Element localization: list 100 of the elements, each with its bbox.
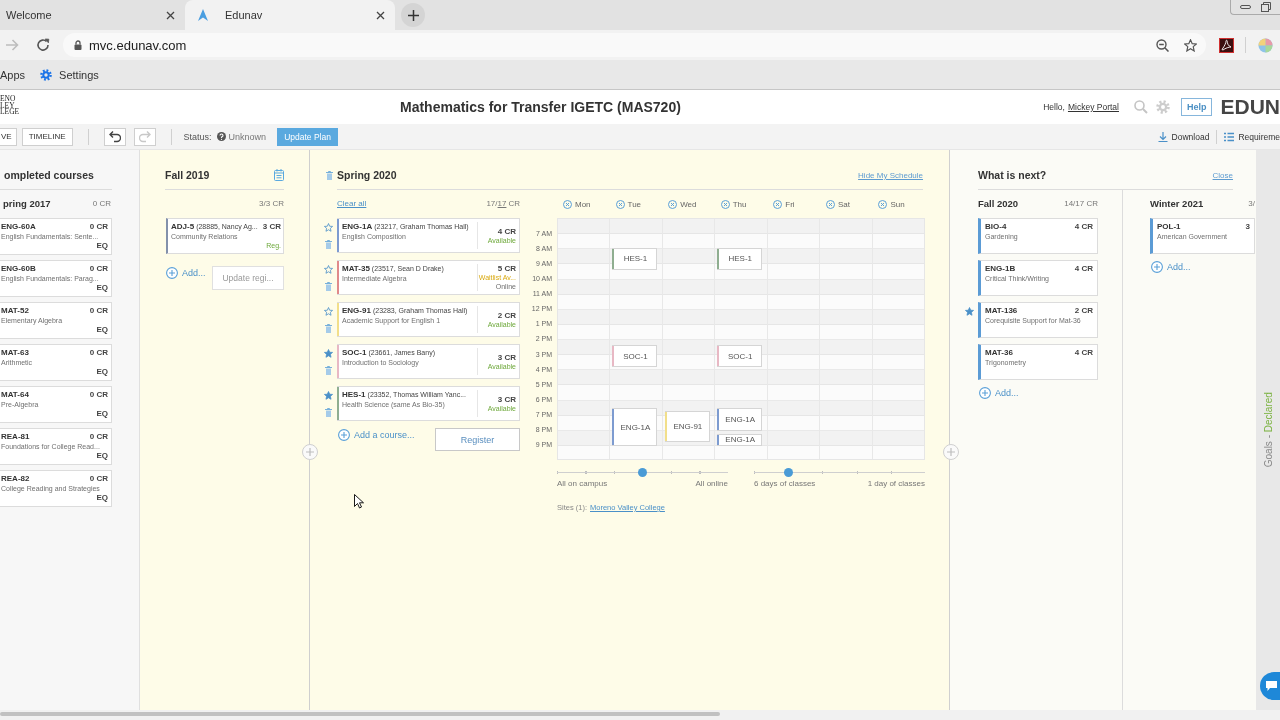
close-icon[interactable] (376, 10, 385, 20)
course-code: ENG-1B (985, 264, 1016, 274)
remove-day-icon[interactable] (563, 199, 572, 209)
bookmark-link[interactable]: Settings (40, 68, 99, 81)
course-code: ENG-91 (342, 306, 371, 316)
class-block[interactable]: ENG-1A (717, 408, 763, 431)
remove-day-icon[interactable] (878, 199, 888, 209)
reload-icon[interactable] (36, 38, 50, 52)
trash-icon[interactable] (326, 170, 333, 180)
course-code: HES-1 (342, 390, 366, 400)
course-credits: 4 CR (497, 226, 516, 237)
user-link[interactable]: Mickey Portal (1067, 102, 1119, 112)
course-code: MAT-35 (342, 264, 370, 274)
slider-thumb[interactable] (783, 467, 793, 477)
remove-day-icon[interactable] (825, 199, 835, 209)
remove-day-icon[interactable] (720, 199, 730, 209)
course-credits: 0 CR (89, 264, 108, 274)
class-block[interactable]: ENG-91 (664, 410, 710, 443)
settings-icon[interactable] (40, 68, 53, 81)
list-link[interactable]: Requireme (1224, 131, 1280, 142)
remove-day-icon[interactable] (615, 199, 625, 209)
arrowhead-icon (198, 9, 208, 21)
course-credits: 5 CR (497, 264, 516, 274)
plus-icon (338, 429, 350, 441)
view-button[interactable]: VE (0, 127, 17, 146)
day-label: Mon (575, 199, 591, 209)
add-course-link[interactable]: Add a course... (338, 428, 415, 442)
add-link[interactable]: Add... (1151, 260, 1191, 274)
question-icon (216, 132, 226, 141)
star-icon[interactable] (324, 265, 333, 274)
class-block[interactable]: HES-1 (612, 248, 658, 270)
star-icon[interactable] (324, 223, 333, 232)
day-label: Thu (732, 199, 747, 209)
trash-icon[interactable] (325, 282, 332, 291)
zoom-out-icon[interactable] (1156, 38, 1169, 52)
course-credits: 3 CR (497, 394, 516, 405)
class-block[interactable]: ENG-1A (612, 408, 658, 447)
remove-day-icon[interactable] (773, 199, 783, 209)
settings-icon[interactable] (1155, 100, 1170, 114)
address-field[interactable]: mvc.edunav.com (63, 33, 1206, 57)
search-icon[interactable] (1133, 100, 1148, 114)
trash-icon[interactable] (325, 240, 332, 249)
day-label: Sat (837, 199, 850, 209)
close-icon[interactable] (166, 10, 175, 20)
download-link[interactable]: Download (1157, 131, 1210, 142)
new-tab-button[interactable] (401, 3, 425, 27)
trash-icon[interactable] (325, 366, 332, 375)
bookmark-link[interactable]: Apps (0, 68, 26, 81)
add-term-icon[interactable] (302, 444, 318, 460)
add-link[interactable]: Add... (166, 266, 206, 280)
plus-icon (1151, 261, 1163, 273)
view-button[interactable]: TIMELINE (21, 127, 73, 146)
clear-all-link[interactable]: Clear all (337, 198, 367, 208)
course-credits: 2 CR (497, 310, 516, 321)
course-credits: 3 (1245, 222, 1250, 232)
register-button[interactable]: Register (435, 428, 520, 451)
equivalency-tag: EQ (96, 493, 108, 502)
equivalency-tag: EQ (96, 409, 108, 418)
class-block[interactable]: HES-1 (717, 248, 763, 270)
course-code: REA-81 (1, 432, 30, 442)
credits-link[interactable]: 17 (497, 198, 507, 208)
star-icon[interactable] (1184, 38, 1197, 52)
term-title: pring 2017 (3, 197, 51, 209)
undo-button[interactable] (103, 127, 126, 146)
download-icon (1157, 131, 1168, 142)
plus-icon (166, 267, 178, 279)
star-icon[interactable] (965, 307, 974, 316)
restore-icon[interactable] (1261, 2, 1271, 12)
course-code: MAT-63 (1, 348, 29, 358)
add-link[interactable]: Add... (979, 386, 1019, 400)
help-button[interactable]: Help (1180, 98, 1213, 116)
sphere-icon[interactable] (1258, 37, 1273, 53)
calendar-icon[interactable] (274, 169, 284, 181)
plan-title: Mathematics for Transfer IGETC (MAS720) (400, 99, 681, 115)
term-credits: 0 CR (92, 198, 111, 208)
remove-day-icon[interactable] (668, 199, 678, 209)
browser-tab[interactable]: Welcome (0, 0, 185, 30)
trash-icon[interactable] (325, 408, 332, 417)
browser-tab[interactable]: Edunav (185, 0, 395, 30)
add-term-icon[interactable] (943, 444, 959, 460)
lock-icon (74, 40, 82, 50)
star-icon[interactable] (324, 349, 333, 358)
star-icon[interactable] (324, 391, 333, 400)
star-icon[interactable] (324, 307, 333, 316)
term-credits: 14/17 CR (1064, 198, 1098, 208)
course-code: ADJ-5 (171, 222, 195, 232)
slider-label: 1 day of classes (867, 479, 925, 489)
extension-icon[interactable] (1219, 37, 1234, 53)
class-block[interactable]: SOC-1 (612, 345, 658, 367)
class-block[interactable]: SOC-1 (717, 345, 763, 367)
course-credits: 4 CR (1074, 264, 1093, 274)
minimize-icon[interactable] (1240, 5, 1251, 9)
course-code: MAT-136 (985, 306, 1018, 316)
slider-thumb[interactable] (638, 467, 647, 477)
course-code: ENG-60B (1, 264, 36, 274)
course-code: MAT-52 (1, 306, 29, 316)
scrollbar-thumb[interactable] (0, 712, 720, 716)
equivalency-tag: EQ (96, 241, 108, 250)
class-block[interactable]: ENG-1A (717, 433, 763, 447)
trash-icon[interactable] (325, 324, 332, 333)
